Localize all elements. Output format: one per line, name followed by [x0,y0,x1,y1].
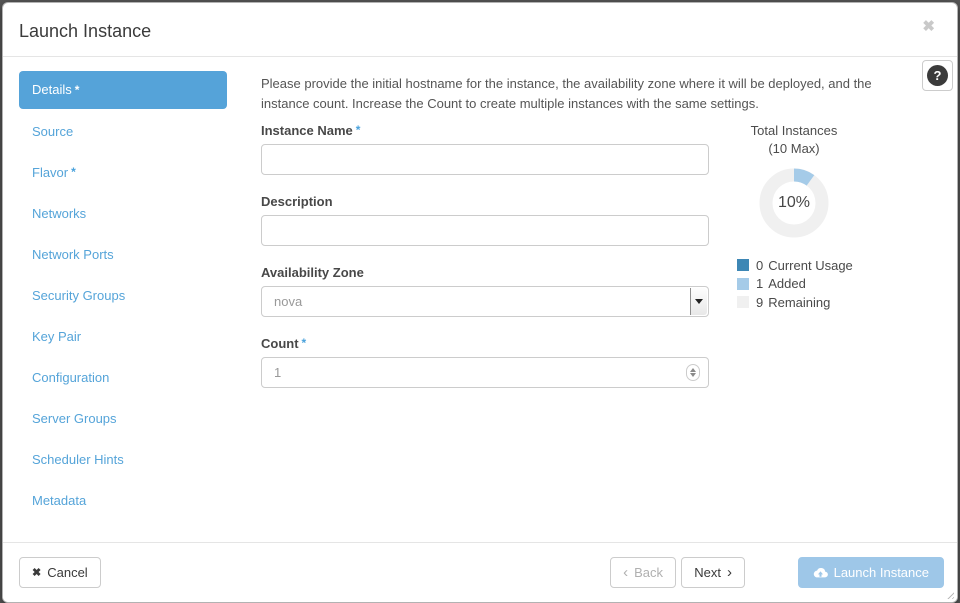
sidebar-item-configuration[interactable]: Configuration [19,357,227,398]
sidebar-item-source[interactable]: Source [19,111,227,152]
sidebar-item-server-groups[interactable]: Server Groups [19,398,227,439]
chart-legend: 0 Current Usage 1 Added 9 Remaining [737,256,853,312]
stepper-down-icon [690,373,696,377]
chevron-down-icon [695,299,703,304]
cancel-button[interactable]: ✖ Cancel [19,557,101,588]
modal-title: Launch Instance [19,21,151,42]
step-description: Please provide the initial hostname for … [261,74,919,114]
required-asterisk: * [302,336,307,350]
sidebar-item-flavor[interactable]: Flavor* [19,152,227,193]
sidebar-item-scheduler-hints[interactable]: Scheduler Hints [19,439,227,480]
legend-swatch-current-usage [737,259,749,271]
sidebar-item-networks[interactable]: Networks [19,193,227,234]
modal-header: Launch Instance ✖ [3,3,957,57]
required-asterisk: * [356,123,361,137]
chevron-left-icon: ‹ [623,565,628,580]
sidebar-item-details[interactable]: Details* [19,71,227,109]
sidebar-item-metadata[interactable]: Metadata [19,480,227,521]
availability-zone-label: Availability Zone [261,265,364,280]
sidebar-item-key-pair[interactable]: Key Pair [19,316,227,357]
legend-row-added: 1 Added [737,275,853,294]
availability-zone-select[interactable]: nova [261,286,709,317]
sidebar-item-security-groups[interactable]: Security Groups [19,275,227,316]
chart-subtitle: (10 Max) [719,141,869,156]
launch-instance-modal: Launch Instance ✖ Details* Source Flavor… [2,2,958,603]
instance-name-label: Instance Name* [261,123,360,138]
sidebar-item-network-ports[interactable]: Network Ports [19,234,227,275]
instance-name-input[interactable] [261,144,709,175]
legend-row-current-usage: 0 Current Usage [737,256,853,275]
required-asterisk: * [71,165,76,179]
select-caret-button[interactable] [690,288,707,315]
back-button[interactable]: ‹ Back [610,557,676,588]
close-icon[interactable]: ✖ [922,19,935,34]
count-label: Count* [261,336,306,351]
modal-footer: ✖ Cancel ‹ Back Next › Launch Instance [3,542,957,602]
donut-percent-label: 10% [756,165,832,241]
total-instances-donut-chart: 10% [756,165,832,241]
description-input[interactable] [261,215,709,246]
availability-zone-value: nova [274,294,302,309]
description-label: Description [261,194,333,209]
cloud-upload-icon [813,567,828,579]
count-stepper[interactable] [686,364,700,381]
next-button[interactable]: Next › [681,557,745,588]
legend-swatch-added [737,278,749,290]
legend-row-remaining: 9 Remaining [737,293,853,312]
launch-instance-button[interactable]: Launch Instance [798,557,944,588]
help-button[interactable]: ? [922,60,953,91]
stepper-up-icon [690,368,696,372]
wizard-steps-nav: Details* Source Flavor* Networks Network… [19,71,227,521]
legend-swatch-remaining [737,296,749,308]
required-asterisk: * [75,83,80,97]
chart-title: Total Instances [719,123,869,138]
x-icon: ✖ [32,566,41,579]
chevron-right-icon: › [727,565,732,580]
count-input[interactable] [261,357,709,388]
question-mark-icon: ? [927,65,948,86]
